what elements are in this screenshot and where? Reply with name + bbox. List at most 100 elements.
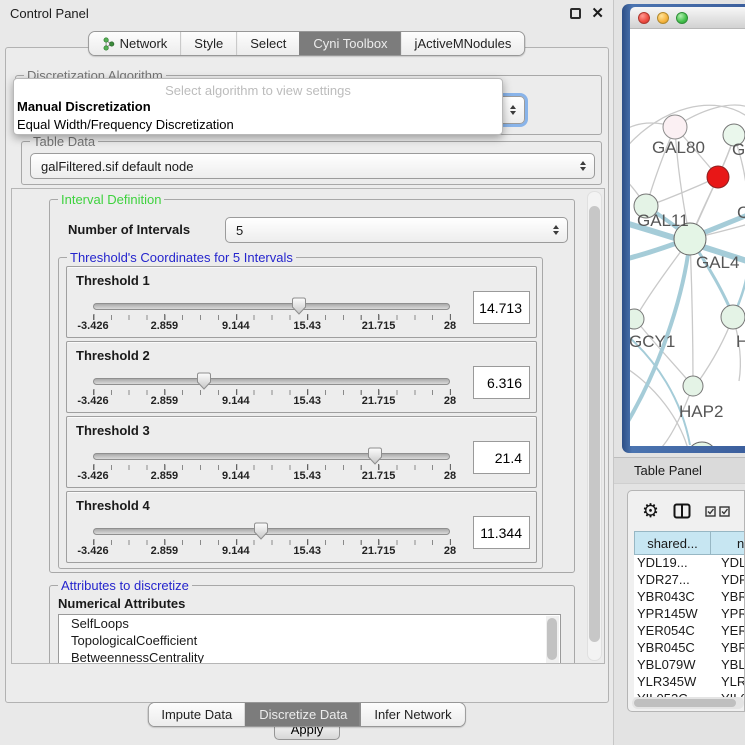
threshold-label: Threshold 4 <box>76 498 150 513</box>
tab-label: Impute Data <box>161 707 232 722</box>
group-title: Threshold's Coordinates for 5 Intervals <box>67 250 296 265</box>
table-data-group: Table Data galFiltered.sif default node <box>21 141 602 185</box>
combo-arrows-icon <box>510 105 516 115</box>
slider-track[interactable] <box>93 303 450 310</box>
tab-network[interactable]: Network <box>89 32 181 55</box>
split-columns-icon[interactable] <box>673 503 691 519</box>
threshold-4-slider[interactable]: -3.426 2.859 9.144 15.43 21.715 28 <box>93 528 450 535</box>
tab-jactivemnodules[interactable]: jActiveMNodules <box>401 32 525 55</box>
minimize-traffic-light-icon[interactable] <box>657 12 669 24</box>
column-header-shared-name[interactable]: shared... <box>634 531 711 555</box>
group-title: Table Data <box>30 134 98 149</box>
group-title: Interval Definition <box>58 192 164 207</box>
tab-label: Cyni Toolbox <box>313 36 387 51</box>
cell-name: YBR0 <box>711 589 745 606</box>
tab-infer-network[interactable]: Infer Network <box>360 703 464 726</box>
node-label: GAL4 <box>696 253 739 272</box>
table-row[interactable]: YLR345WYLR3 <box>634 674 745 691</box>
checkbox-checked-icon[interactable] <box>719 506 730 517</box>
tick-label: -3.426 <box>77 395 108 407</box>
cell-shared: YBR043C <box>634 589 711 606</box>
node-gal80[interactable] <box>663 115 687 139</box>
list-item[interactable]: SelfLoops <box>59 615 560 632</box>
table-row[interactable]: YBR045CYBR0 <box>634 640 745 657</box>
threshold-1-value-field[interactable] <box>473 291 530 324</box>
threshold-3-value-field[interactable] <box>473 441 530 474</box>
combo-arrows-icon <box>553 225 559 235</box>
network-window-titlebar[interactable] <box>630 7 745 29</box>
column-header-name[interactable]: n <box>711 531 745 555</box>
table-row[interactable]: YBR043CYBR0 <box>634 589 745 606</box>
node-label: C <box>737 203 745 222</box>
cyni-toolbox-panel: Discretization Algorithm Table Data galF… <box>5 47 609 703</box>
tab-label: Infer Network <box>374 707 451 722</box>
table-data-combobox[interactable]: galFiltered.sif default node <box>30 153 595 179</box>
popup-item-manual-discretization[interactable]: Manual Discretization <box>14 98 502 116</box>
list-item[interactable]: BetweennessCentrality <box>59 649 560 664</box>
gear-icon[interactable]: ⚙ <box>642 502 659 521</box>
tick-label: 9.144 <box>222 320 250 332</box>
slider-ticks <box>93 390 450 395</box>
scrollbar-thumb[interactable] <box>634 699 736 707</box>
algorithm-dropdown-popup: Select algorithm to view settings Manual… <box>13 78 503 135</box>
slider-ticks <box>93 315 450 320</box>
slider-track[interactable] <box>93 378 450 385</box>
threshold-4-value-field[interactable] <box>473 516 530 549</box>
threshold-1-slider[interactable]: -3.426 2.859 9.144 15.43 21.715 28 <box>93 303 450 310</box>
node-selected-red[interactable] <box>707 166 729 188</box>
threshold-label: Threshold 2 <box>76 348 150 363</box>
table-row[interactable]: YDR27...YDR2 <box>634 572 745 589</box>
top-tab-bar: Network Style Select Cyni Toolbox jActiv… <box>88 31 526 56</box>
control-panel-titlebar: Control Panel ✕ <box>0 0 614 26</box>
cell-name: YBR0 <box>711 640 745 657</box>
tick-label: 9.144 <box>222 545 250 557</box>
tab-style[interactable]: Style <box>180 32 236 55</box>
slider-track[interactable] <box>93 528 450 535</box>
popup-item-equal-width-frequency[interactable]: Equal Width/Frequency Discretization <box>14 116 502 134</box>
network-nodes[interactable] <box>630 115 745 446</box>
threshold-3-slider[interactable]: -3.426 2.859 9.144 15.43 21.715 28 <box>93 453 450 460</box>
tab-select[interactable]: Select <box>236 32 299 55</box>
table-horizontal-scrollbar[interactable] <box>632 697 744 709</box>
node-gcy1[interactable] <box>630 309 644 329</box>
tab-cyni-toolbox[interactable]: Cyni Toolbox <box>299 32 400 55</box>
node-h[interactable] <box>721 305 745 329</box>
float-panel-icon[interactable] <box>570 8 581 19</box>
close-icon[interactable]: ✕ <box>591 8 604 19</box>
slider-track[interactable] <box>93 453 450 460</box>
num-intervals-combobox[interactable]: 5 <box>225 217 568 243</box>
node-bottom[interactable] <box>687 442 717 446</box>
table-row[interactable]: YBL079WYBL0 <box>634 657 745 674</box>
table-data-value: galFiltered.sif default node <box>41 159 193 174</box>
network-graph[interactable]: GAL80 GA GAL11 C GAL4 GCY1 H HAP2 <box>630 29 745 446</box>
network-canvas[interactable]: GAL80 GA GAL11 C GAL4 GCY1 H HAP2 <box>630 29 745 446</box>
list-item[interactable]: TopologicalCoefficient <box>59 632 560 649</box>
cell-shared: YBL079W <box>634 657 711 674</box>
combo-arrows-icon <box>580 161 586 171</box>
table-panel-titlebar: Table Panel <box>614 457 745 484</box>
node-hap2[interactable] <box>683 376 703 396</box>
tab-label: Network <box>120 36 168 51</box>
tab-label: Style <box>194 36 223 51</box>
table-row[interactable]: YPR145WYPR1 <box>634 606 745 623</box>
scrollbar-thumb[interactable] <box>589 206 600 642</box>
table-row[interactable]: YDL19...YDL1 <box>634 555 745 572</box>
cell-name: YER0 <box>711 623 745 640</box>
list-scrollbar[interactable] <box>546 616 559 664</box>
table-row[interactable]: YER054CYER0 <box>634 623 745 640</box>
scrollbar-thumb[interactable] <box>547 618 557 660</box>
thresholds-group: Threshold's Coordinates for 5 Intervals … <box>58 257 543 569</box>
cell-name: YBL0 <box>711 657 745 674</box>
tab-impute-data[interactable]: Impute Data <box>148 703 245 726</box>
zoom-traffic-light-icon[interactable] <box>676 12 688 24</box>
threshold-2-value-field[interactable] <box>473 366 530 399</box>
close-traffic-light-icon[interactable] <box>638 12 650 24</box>
threshold-2-slider[interactable]: -3.426 2.859 9.144 15.43 21.715 28 <box>93 378 450 385</box>
tick-label: -3.426 <box>77 470 108 482</box>
node-label: GAL80 <box>652 138 705 157</box>
checkbox-checked-icon[interactable] <box>705 506 716 517</box>
cell-shared: YBR045C <box>634 640 711 657</box>
tab-discretize-data[interactable]: Discretize Data <box>245 703 360 726</box>
settings-scrollbar[interactable] <box>587 191 602 661</box>
tick-label: 28 <box>444 470 456 482</box>
